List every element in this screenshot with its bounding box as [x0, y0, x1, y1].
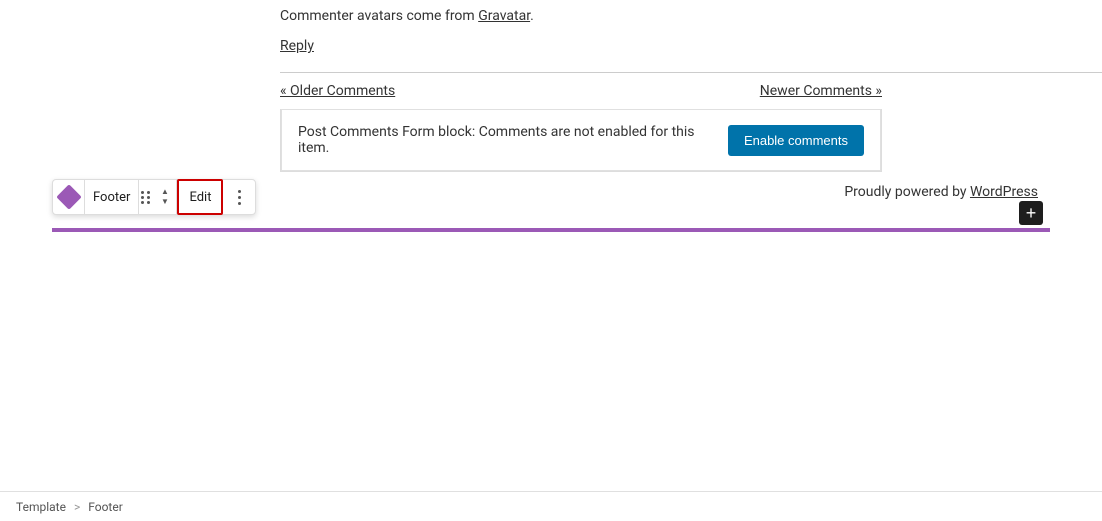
powered-by-text: Proudly powered by WordPress [844, 184, 1038, 200]
comment-form-block: Post Comments Form block: Comments are n… [280, 109, 882, 172]
gravatar-link[interactable]: Gravatar [478, 8, 530, 24]
newer-comments-link[interactable]: Newer Comments » [760, 83, 882, 99]
comments-navigation: « Older Comments Newer Comments » [280, 72, 1102, 99]
move-arrows[interactable]: ▲ ▼ [153, 179, 177, 215]
block-toolbar: Footer ▲ ▼ Edit [52, 179, 256, 215]
add-block-button[interactable]: + [1019, 201, 1043, 225]
enable-comments-button[interactable]: Enable comments [728, 125, 864, 156]
breadcrumb-template: Template [16, 500, 66, 514]
comment-form-notice: Post Comments Form block: Comments are n… [298, 124, 728, 156]
reply-link[interactable]: Reply [280, 38, 314, 54]
move-up-icon[interactable]: ▲ [161, 187, 169, 197]
edit-button[interactable]: Edit [177, 179, 223, 215]
breadcrumb-footer: Footer [88, 500, 123, 514]
footer-block: Pickup WP Proudly powered by WordPress + [52, 228, 1050, 232]
footer-block-label: Footer [85, 180, 139, 214]
breadcrumb-separator: > [74, 500, 80, 514]
older-comments-link[interactable]: « Older Comments [280, 83, 395, 99]
move-down-icon[interactable]: ▼ [161, 197, 169, 207]
footer-block-icon [53, 179, 85, 215]
wp-diamond-icon [56, 184, 81, 209]
breadcrumb-bar: Template > Footer [0, 491, 1102, 521]
drag-handle-icon[interactable] [139, 189, 153, 206]
gravatar-text: Commenter avatars come from Gravatar. [280, 8, 1102, 24]
options-button[interactable] [223, 179, 255, 215]
wordpress-link[interactable]: WordPress [970, 184, 1038, 200]
